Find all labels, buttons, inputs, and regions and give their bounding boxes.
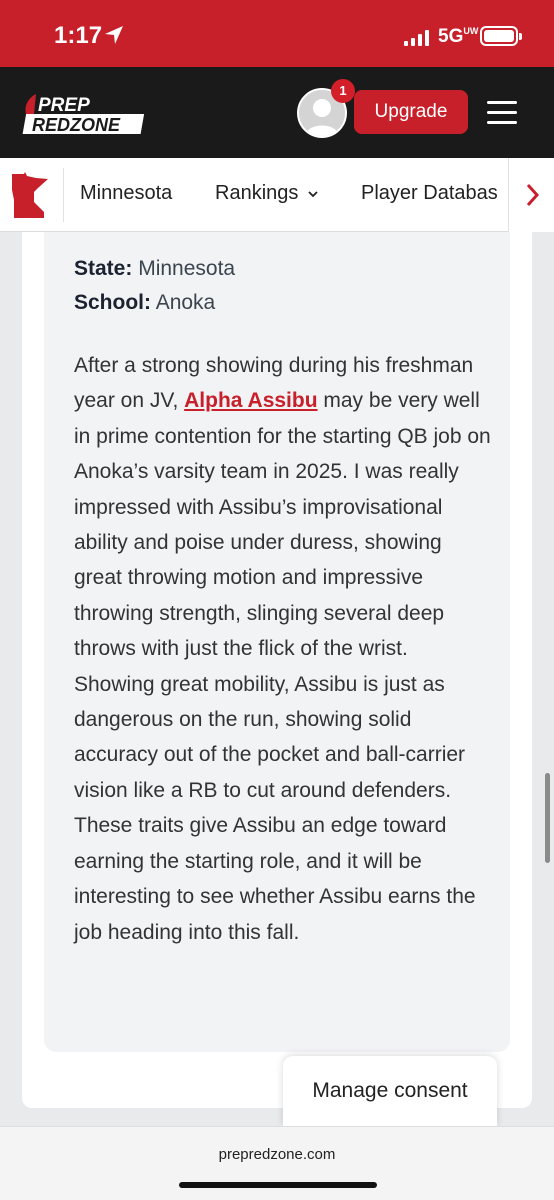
browser-url-bar[interactable]: prepredzone.com — [0, 1126, 554, 1200]
status-time: 1:17 — [54, 22, 103, 49]
chevron-right-icon — [526, 183, 540, 207]
hamburger-menu-icon[interactable] — [487, 101, 517, 125]
location-arrow-icon — [105, 26, 123, 44]
notification-badge[interactable]: 1 — [331, 79, 355, 103]
network-indicator: 5GUW — [438, 26, 479, 47]
nav-item-player-database[interactable]: Player Databas — [361, 182, 498, 205]
battery-icon — [480, 26, 522, 46]
status-bar: 1:17 5GUW — [0, 0, 554, 67]
nav-scroll-right-button[interactable] — [508, 158, 554, 232]
nav-item-minnesota[interactable]: Minnesota — [80, 182, 172, 205]
minnesota-state-icon[interactable] — [10, 172, 52, 220]
state-value: Minnesota — [138, 257, 236, 280]
nav-item-rankings-label: Rankings — [215, 182, 299, 204]
player-link[interactable]: Alpha Assibu — [184, 389, 317, 412]
svg-text:PREP: PREP — [38, 95, 90, 116]
upgrade-button[interactable]: Upgrade — [354, 90, 468, 134]
state-info: State: Minnesota — [74, 257, 235, 281]
prep-redzone-logo[interactable]: PREP REDZONE — [22, 92, 150, 136]
evaluation-text: After a strong showing during his freshm… — [74, 348, 494, 950]
scrollbar[interactable] — [545, 773, 550, 863]
school-info: School: Anoka — [74, 291, 215, 315]
svg-text:REDZONE: REDZONE — [32, 115, 121, 135]
nav-item-rankings[interactable]: Rankings — [215, 182, 319, 205]
url-text: prepredzone.com — [218, 1146, 336, 1163]
evaluation-text-body: may be very well in prime contention for… — [74, 389, 491, 944]
school-label: School: — [74, 291, 151, 314]
nav-divider — [63, 168, 64, 222]
chevron-down-icon — [308, 191, 319, 197]
state-label: State: — [74, 257, 133, 280]
app-header: PREP REDZONE — [0, 67, 554, 158]
manage-consent-button[interactable]: Manage consent — [283, 1056, 497, 1126]
cell-signal-icon — [404, 30, 429, 46]
home-indicator[interactable] — [179, 1182, 377, 1188]
state-nav-bar: Minnesota Rankings Player Databas — [0, 158, 554, 232]
school-value: Anoka — [155, 291, 216, 314]
